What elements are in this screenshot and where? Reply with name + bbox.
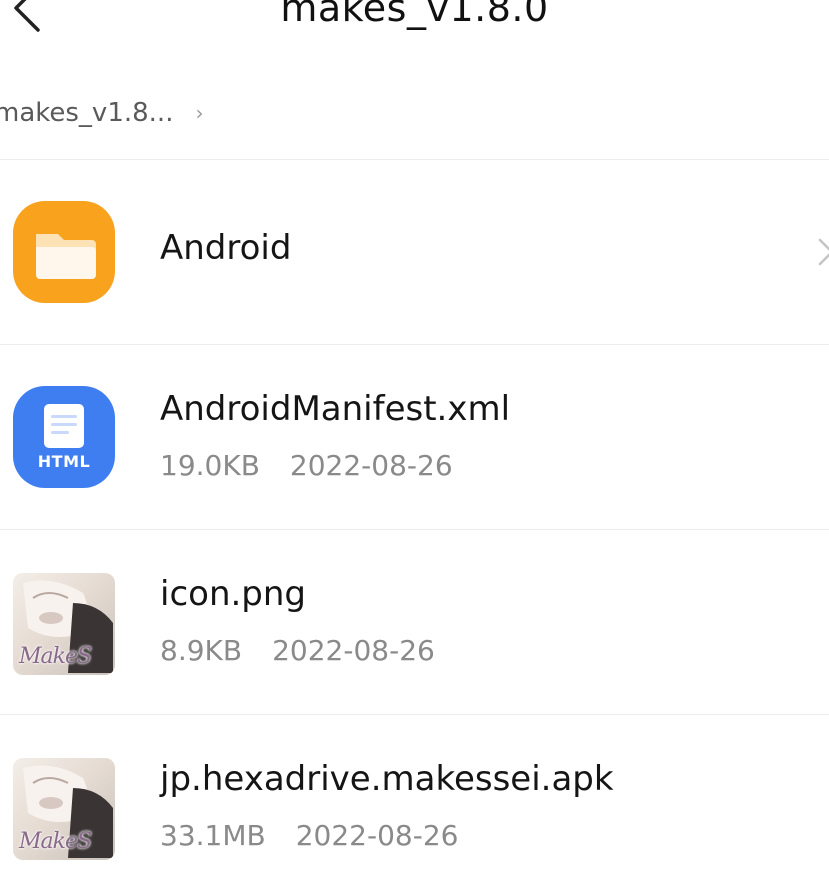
thumbnail-text: MakeS bbox=[19, 829, 92, 854]
breadcrumb[interactable]: makes_v1.8... › bbox=[0, 88, 203, 138]
chevron-right-icon: › bbox=[195, 101, 204, 125]
file-date: 2022-08-26 bbox=[289, 449, 453, 482]
file-name: Android bbox=[160, 228, 292, 268]
file-name: AndroidManifest.xml bbox=[160, 389, 511, 429]
thumbnail-text: MakeS bbox=[19, 644, 92, 669]
list-item-file-icon-png[interactable]: MakeS icon.png 8.9KB 2022-08-26 bbox=[0, 530, 829, 714]
app-header: makes_v1.8.0 bbox=[0, 0, 829, 60]
apk-thumbnail: MakeS bbox=[13, 758, 115, 860]
list-item-file-apk[interactable]: MakeS jp.hexadrive.makessei.apk 33.1MB 20… bbox=[0, 715, 829, 869]
file-meta: 33.1MB 2022-08-26 bbox=[160, 819, 458, 852]
file-meta: 19.0KB 2022-08-26 bbox=[160, 449, 453, 482]
list-item-file-manifest[interactable]: HTML AndroidManifest.xml 19.0KB 2022-08-2… bbox=[0, 345, 829, 529]
page-title: makes_v1.8.0 bbox=[280, 0, 549, 30]
image-thumbnail: MakeS bbox=[13, 573, 115, 675]
file-name: icon.png bbox=[160, 574, 307, 614]
file-browser-screen: makes_v1.8.0 makes_v1.8... › Android HTM… bbox=[0, 0, 829, 869]
file-size: 8.9KB bbox=[160, 634, 243, 667]
file-date: 2022-08-26 bbox=[272, 634, 435, 667]
file-name: jp.hexadrive.makessei.apk bbox=[160, 759, 614, 799]
file-size: 33.1MB bbox=[160, 819, 266, 852]
file-meta: 8.9KB 2022-08-26 bbox=[160, 634, 435, 667]
file-date: 2022-08-26 bbox=[295, 819, 459, 852]
breadcrumb-label: makes_v1.8... bbox=[0, 98, 174, 128]
file-size: 19.0KB bbox=[160, 449, 260, 482]
folder-icon bbox=[13, 201, 115, 303]
list-item-folder-android[interactable]: Android bbox=[0, 160, 829, 344]
chevron-right-icon bbox=[818, 238, 829, 266]
html-badge-label: HTML bbox=[37, 452, 91, 471]
html-file-icon: HTML bbox=[13, 386, 115, 488]
